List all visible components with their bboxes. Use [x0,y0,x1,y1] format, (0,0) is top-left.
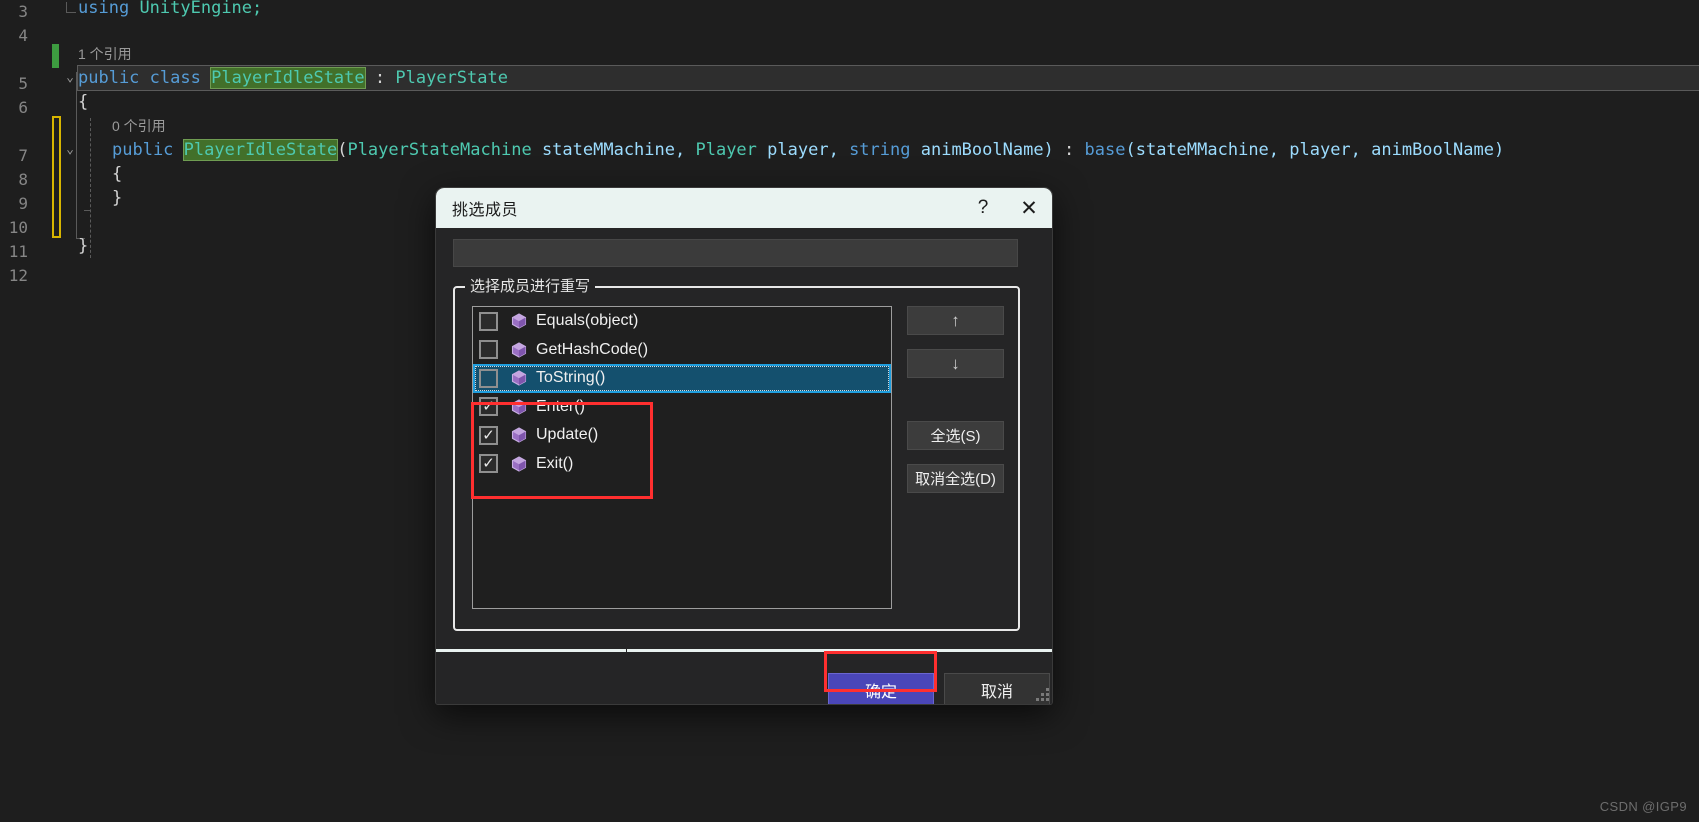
member-checkbox[interactable] [479,311,498,331]
pick-members-dialog: 挑选成员 ? ✕ 选择成员进行重写 Equals(object) GetHash… [435,187,1053,705]
token-close-brace: } [112,188,123,208]
token-base-args: (stateMMachine, player, animBoolName) [1125,140,1505,160]
token-param-name-1: stateMMachine, [541,140,686,160]
code-line-7: public PlayerIdleState(PlayerStateMachin… [112,138,1504,162]
dialog-body: 选择成员进行重写 Equals(object) GetHashCode() To… [436,228,1052,704]
method-icon [510,426,528,444]
list-item[interactable]: ✓ Enter() [473,393,891,422]
code-line-9: } [112,186,122,210]
select-all-button[interactable]: 全选(S) [907,421,1004,450]
method-icon [510,369,528,387]
token-class: class [149,68,201,88]
code-line-5: public class PlayerIdleState : PlayerSta… [77,65,1699,91]
method-icon [510,398,528,416]
watermark: CSDN @IGP9 [1599,799,1687,814]
member-checkbox-checked[interactable]: ✓ [479,454,498,474]
token-param-type-2: Player [695,140,757,160]
deselect-all-button[interactable]: 取消全选(D) [907,464,1004,493]
list-item[interactable]: ✓ Update() [473,421,891,450]
token-using: using [78,0,130,18]
member-name: Enter() [536,397,585,415]
dialog-titlebar[interactable]: 挑选成员 ? ✕ [436,188,1052,228]
member-filter-input[interactable] [453,239,1018,267]
token-class-name: PlayerIdleState [210,67,366,89]
code-line-8: { [112,162,122,186]
dialog-title: 挑选成员 [452,202,519,219]
member-name: Equals(object) [536,312,639,330]
member-selection-group: 选择成员进行重写 Equals(object) GetHashCode() To… [453,275,1020,631]
codelens-class-references[interactable]: 1 个引用 [78,42,132,66]
method-icon [510,341,528,359]
member-checkbox-checked[interactable]: ✓ [479,425,498,445]
code-line-6: { [78,90,88,114]
token-colon: : [1064,140,1075,160]
token-param-name-2: player, [767,140,839,160]
member-checkbox[interactable] [479,368,498,388]
list-item-selected[interactable]: ToString() [473,364,891,393]
method-icon [510,312,528,330]
move-up-button[interactable]: ↑ [907,306,1004,335]
list-item[interactable]: GetHashCode() [473,336,891,365]
token-public: public [78,68,140,88]
dialog-footer: 确定 取消 [436,652,1052,704]
token-open-brace: { [78,92,89,112]
token-close-brace: } [78,236,89,256]
token-ctor-name: PlayerIdleState [182,139,339,161]
member-name: Exit() [536,454,574,472]
member-name: Update() [536,426,599,444]
token-colon: : [374,68,386,88]
member-name: ToString() [536,369,606,387]
token-open-brace: { [112,164,123,184]
list-item[interactable]: Equals(object) [473,307,891,336]
member-list[interactable]: Equals(object) GetHashCode() ToString() … [472,306,892,609]
token-public: public [112,140,174,160]
resize-grip-icon[interactable] [1035,687,1049,701]
ok-button[interactable]: 确定 [828,673,934,704]
code-line-3: using UnityEngine; [78,0,262,20]
token-param-name-3: animBoolName) [920,140,1054,160]
titlebar-buttons: ? ✕ [960,188,1052,228]
member-checkbox-checked[interactable]: ✓ [479,397,498,417]
token-paren: ( [337,140,348,160]
token-param-type-1: PlayerStateMachine [347,140,532,160]
token-base-keyword: base [1084,140,1126,160]
method-icon [510,455,528,473]
list-side-buttons: ↑ ↓ 全选(S) 取消全选(D) [907,306,1004,507]
member-name: GetHashCode() [536,340,649,358]
group-label: 选择成员进行重写 [465,275,596,296]
close-icon[interactable]: ✕ [1006,188,1052,228]
move-down-button[interactable]: ↓ [907,349,1004,378]
list-item[interactable]: ✓ Exit() [473,450,891,479]
member-checkbox[interactable] [479,340,498,360]
token-unityengine: UnityEngine; [139,0,263,18]
codelens-ctor-references[interactable]: 0 个引用 [112,114,166,138]
help-icon[interactable]: ? [960,188,1006,228]
code-line-11: } [78,234,88,258]
token-param-type-3: string [849,140,911,160]
token-base-class: PlayerState [395,68,508,88]
